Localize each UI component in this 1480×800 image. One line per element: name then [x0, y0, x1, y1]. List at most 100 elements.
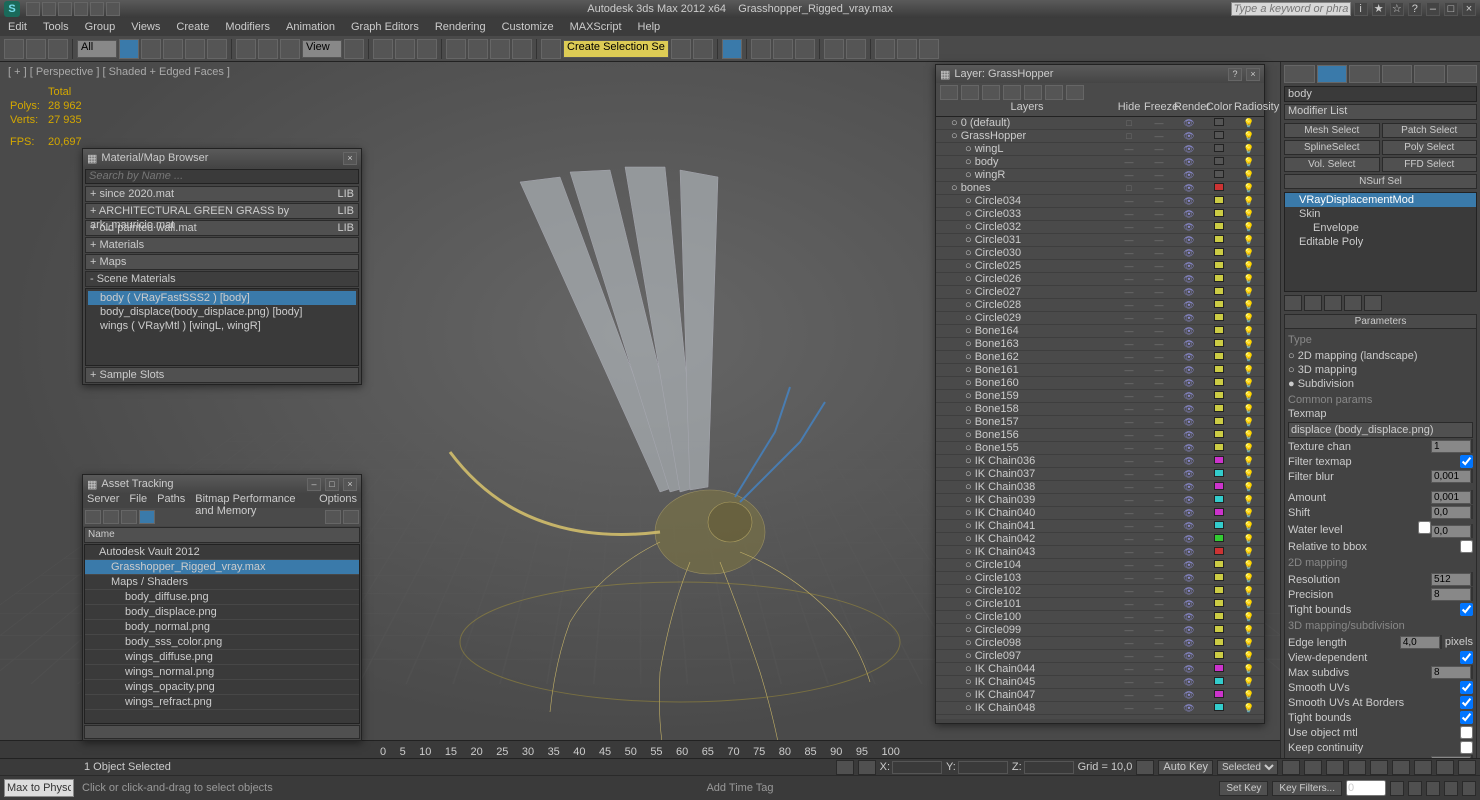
asset-tree-item[interactable]: wings_diffuse.png — [85, 650, 359, 665]
play-next-icon[interactable] — [1348, 760, 1366, 775]
menu-customize[interactable]: Customize — [502, 21, 554, 33]
keepcont-check[interactable] — [1460, 741, 1473, 754]
play-prev-icon[interactable] — [1304, 760, 1322, 775]
layer-row[interactable]: ○ Circle101——👁💡 — [936, 598, 1264, 611]
asset-tree-item[interactable]: Autodesk Vault 2012 — [85, 545, 359, 560]
filter-texmap-check[interactable] — [1460, 455, 1473, 468]
viewdep-check[interactable] — [1460, 651, 1473, 664]
layer-row[interactable]: ○ Circle104——👁💡 — [936, 559, 1264, 572]
qat-btn[interactable] — [74, 2, 88, 16]
btn[interactable] — [1136, 760, 1154, 775]
layer-row[interactable]: ○ Circle097——👁💡 — [936, 650, 1264, 663]
spinner[interactable] — [1471, 572, 1473, 586]
menu-rendering[interactable]: Rendering — [435, 21, 486, 33]
tool-btn[interactable] — [846, 39, 866, 59]
at-btn[interactable] — [85, 510, 101, 524]
layer-col-header[interactable]: Render — [1174, 101, 1204, 116]
autokey-button[interactable]: Auto Key — [1158, 760, 1213, 775]
tool-btn[interactable] — [897, 39, 917, 59]
asset-menu-item[interactable]: File — [129, 493, 147, 508]
tab-hierarchy[interactable] — [1349, 65, 1380, 83]
select-btn[interactable]: Patch Select — [1382, 123, 1478, 138]
timeline[interactable]: 0510152025303540455055606570758085909510… — [0, 740, 1280, 758]
object-name-input[interactable] — [1284, 86, 1477, 102]
layer-tb-btn[interactable] — [1066, 85, 1084, 100]
spinner[interactable] — [1440, 635, 1442, 649]
spinner[interactable] — [1471, 524, 1473, 538]
spinner[interactable] — [1471, 587, 1473, 601]
layer-tb-btn[interactable] — [1003, 85, 1021, 100]
layer-col-header[interactable]: Layers — [936, 101, 1114, 116]
snap-toggle[interactable] — [446, 39, 466, 59]
frame-input[interactable] — [1346, 780, 1386, 796]
layer-row[interactable]: ○ Circle098——👁💡 — [936, 637, 1264, 650]
select-tool[interactable] — [119, 39, 139, 59]
tool-btn[interactable] — [722, 39, 742, 59]
menu-edit[interactable]: Edit — [8, 21, 27, 33]
layer-list[interactable]: ○ 0 (default)□—👁💡○ GrassHopper□—👁💡○ wing… — [936, 117, 1264, 719]
help-icon[interactable]: ? — [1228, 68, 1242, 81]
layer-tb-btn[interactable] — [940, 85, 958, 100]
at-btn[interactable] — [121, 510, 137, 524]
mat-search-input[interactable]: Search by Name ... — [85, 169, 359, 184]
tab-create[interactable] — [1284, 65, 1315, 83]
mat-row[interactable]: + old painted wall.matLIB — [85, 220, 359, 236]
spinner[interactable] — [1471, 490, 1473, 504]
stack-btn[interactable] — [1304, 295, 1322, 311]
scene-mat-item[interactable]: body_displace(body_displace.png) [body] — [88, 305, 356, 319]
select-btn[interactable]: Vol. Select — [1284, 157, 1380, 172]
setkey-button[interactable]: Set Key — [1219, 781, 1268, 796]
tool-btn[interactable] — [417, 39, 437, 59]
layer-row[interactable]: ○ Circle033——👁💡 — [936, 208, 1264, 221]
tool-btn[interactable] — [671, 39, 691, 59]
smoothuv-check[interactable] — [1460, 681, 1473, 694]
spinner[interactable] — [1471, 505, 1473, 519]
named-selection[interactable]: Create Selection Se — [563, 40, 669, 58]
add-time-tag[interactable]: Add Time Tag — [706, 782, 773, 794]
at-btn[interactable] — [103, 510, 119, 524]
asset-tree-item[interactable]: wings_normal.png — [85, 665, 359, 680]
modifier-item[interactable]: VRayDisplacementMod — [1285, 193, 1476, 207]
radio-subdiv[interactable]: ● Subdivision — [1288, 378, 1473, 390]
layer-row[interactable]: ○ IK Chain039——👁💡 — [936, 494, 1264, 507]
tool-btn[interactable] — [824, 39, 844, 59]
tab-utilities[interactable] — [1447, 65, 1478, 83]
menu-animation[interactable]: Animation — [286, 21, 335, 33]
layer-row[interactable]: ○ IK Chain041——👁💡 — [936, 520, 1264, 533]
layer-row[interactable]: ○ Circle032——👁💡 — [936, 221, 1264, 234]
asset-tree-item[interactable]: Grasshopper_Rigged_vray.max — [85, 560, 359, 575]
info-icon[interactable]: i — [1354, 2, 1368, 16]
spinner[interactable] — [1471, 469, 1473, 483]
res-input[interactable] — [1431, 573, 1471, 586]
minimize-icon[interactable]: – — [307, 478, 321, 491]
coord-y-input[interactable] — [958, 761, 1008, 774]
layer-row[interactable]: ○ Circle029——👁💡 — [936, 312, 1264, 325]
relbbox-check[interactable] — [1460, 540, 1473, 553]
mat-row[interactable]: + since 2020.matLIB — [85, 186, 359, 202]
select-btn[interactable]: FFD Select — [1382, 157, 1478, 172]
qat-btn[interactable] — [42, 2, 56, 16]
keymode-select[interactable]: Selected — [1217, 760, 1278, 775]
asset-menu-item[interactable]: Bitmap Performance and Memory — [195, 493, 309, 508]
asset-tree-item[interactable]: body_diffuse.png — [85, 590, 359, 605]
layer-row[interactable]: ○ Circle099——👁💡 — [936, 624, 1264, 637]
close-icon[interactable]: × — [343, 478, 357, 491]
star-icon[interactable]: ★ — [1372, 2, 1386, 16]
selection-filter[interactable]: All — [77, 40, 117, 58]
layer-row[interactable]: ○ IK Chain038——👁💡 — [936, 481, 1264, 494]
asset-tree-item[interactable]: wings_opacity.png — [85, 680, 359, 695]
help-icon[interactable]: ? — [1408, 2, 1422, 16]
close-icon[interactable]: × — [1246, 68, 1260, 81]
layer-row[interactable]: ○ Bone162——👁💡 — [936, 351, 1264, 364]
modifier-list-dropdown[interactable]: Modifier List — [1284, 104, 1477, 120]
layer-row[interactable]: ○ Bone160——👁💡 — [936, 377, 1264, 390]
scene-mat-item[interactable]: body ( VRayFastSSS2 ) [body] — [88, 291, 356, 305]
asset-tree-item[interactable]: body_normal.png — [85, 620, 359, 635]
layer-row[interactable]: ○ Bone157——👁💡 — [936, 416, 1264, 429]
layer-row[interactable]: ○ Circle026——👁💡 — [936, 273, 1264, 286]
scene-materials-list[interactable]: body ( VRayFastSSS2 ) [body]body_displac… — [85, 288, 359, 366]
asset-tree-item[interactable]: Maps / Shaders — [85, 575, 359, 590]
layer-col-header[interactable]: Radiosity — [1234, 101, 1264, 116]
tool-btn[interactable] — [26, 39, 46, 59]
layer-row[interactable]: ○ Circle028——👁💡 — [936, 299, 1264, 312]
